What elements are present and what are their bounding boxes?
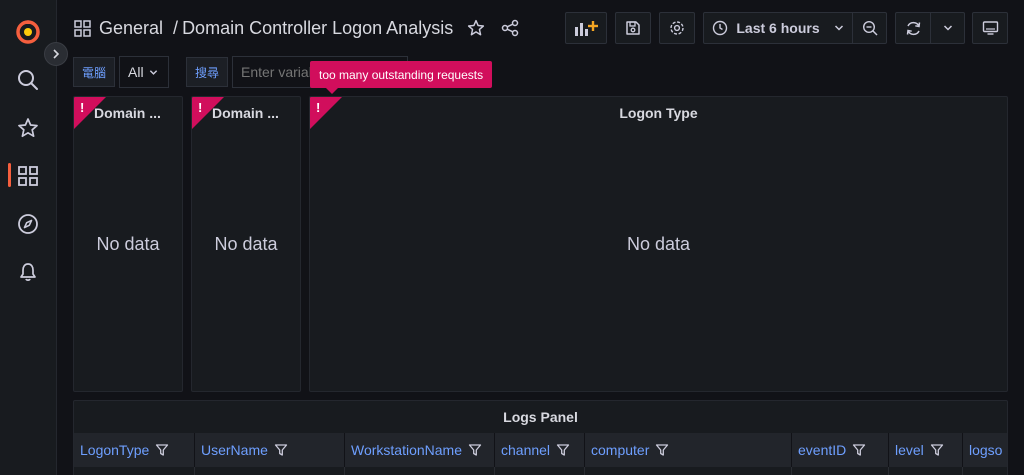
filter-icon[interactable] xyxy=(930,443,944,457)
column-header[interactable]: UserName xyxy=(195,433,345,467)
save-icon xyxy=(626,21,640,35)
table-cell xyxy=(345,467,495,475)
dashboard-grid-icon xyxy=(74,19,91,37)
settings-icon xyxy=(670,21,684,35)
chevron-down-icon xyxy=(943,25,952,31)
table-cell xyxy=(195,467,345,475)
add-panel-button[interactable] xyxy=(565,12,607,44)
zoom-out-button[interactable] xyxy=(852,13,886,43)
variable-computer-select[interactable]: All xyxy=(119,56,169,88)
star-dashboard-button[interactable] xyxy=(467,19,485,37)
filter-icon[interactable] xyxy=(852,443,866,457)
expand-sidebar-button[interactable] xyxy=(44,42,68,66)
alerting-icon[interactable] xyxy=(14,258,42,286)
column-header[interactable]: logso xyxy=(963,433,1007,467)
logs-table-header: LogonType UserName WorkstationName chann… xyxy=(74,433,1007,467)
grafana-logo-icon[interactable] xyxy=(14,18,42,46)
no-data-message: No data xyxy=(626,233,691,254)
column-header[interactable]: channel xyxy=(495,433,585,467)
variable-computer-label: 電腦 xyxy=(73,57,115,87)
domain-panel-1: ! Domain ... No data xyxy=(73,96,183,392)
logs-panel: Logs Panel LogonType UserName Workstatio… xyxy=(73,400,1008,475)
column-header[interactable]: level xyxy=(889,433,963,467)
domain-panel-2: ! Domain ... No data xyxy=(191,96,301,392)
tv-mode-button[interactable] xyxy=(972,12,1008,44)
breadcrumb-separator: / xyxy=(173,17,179,38)
table-cell xyxy=(74,467,195,475)
refresh-group xyxy=(895,12,965,44)
logon-type-panel: ! Logon Type No data xyxy=(309,96,1008,392)
add-panel-icon xyxy=(575,21,598,36)
no-data-message: No data xyxy=(96,233,160,254)
sidebar xyxy=(0,0,57,475)
column-label: UserName xyxy=(201,442,268,458)
breadcrumb: General / Domain Controller Logon Analys… xyxy=(74,15,519,41)
chevron-down-icon xyxy=(149,69,157,75)
table-cell xyxy=(792,467,889,475)
time-range-label: Last 6 hours xyxy=(736,20,820,36)
filter-icon[interactable] xyxy=(468,443,482,457)
column-header[interactable]: eventID xyxy=(792,433,889,467)
time-range-picker[interactable]: Last 6 hours xyxy=(704,13,852,43)
search-icon[interactable] xyxy=(14,66,42,94)
panel-title[interactable]: Logs Panel xyxy=(74,401,1007,433)
dashboard-title[interactable]: Domain Controller Logon Analysis xyxy=(182,18,453,39)
column-label: channel xyxy=(501,442,551,458)
filter-icon[interactable] xyxy=(274,443,288,457)
filter-icon[interactable] xyxy=(556,443,570,457)
column-header[interactable]: computer xyxy=(585,433,792,467)
variable-computer-value: All xyxy=(128,64,144,80)
explore-icon[interactable] xyxy=(14,210,42,238)
no-data-message: No data xyxy=(214,233,278,254)
dashboards-icon[interactable] xyxy=(14,162,42,190)
table-cell xyxy=(585,467,792,475)
refresh-button[interactable] xyxy=(896,13,930,43)
time-picker-group: Last 6 hours xyxy=(703,12,887,44)
save-dashboard-button[interactable] xyxy=(615,12,651,44)
table-row xyxy=(74,467,1007,475)
chevron-down-icon xyxy=(834,25,843,31)
zoom-out-icon xyxy=(862,20,878,36)
refresh-interval-dropdown[interactable] xyxy=(930,13,964,43)
column-label: LogonType xyxy=(80,442,150,458)
column-label: computer xyxy=(591,442,650,458)
table-cell xyxy=(889,467,963,475)
share-dashboard-button[interactable] xyxy=(501,19,519,37)
chevron-right-icon xyxy=(53,49,60,59)
filter-icon[interactable] xyxy=(655,443,669,457)
column-header[interactable]: WorkstationName xyxy=(345,433,495,467)
column-label: level xyxy=(895,442,924,458)
star-icon xyxy=(468,19,485,36)
starred-icon[interactable] xyxy=(14,114,42,142)
tv-icon xyxy=(982,21,998,35)
breadcrumb-folder[interactable]: General xyxy=(99,18,163,39)
table-cell xyxy=(495,467,585,475)
active-indicator xyxy=(8,163,11,187)
filter-icon[interactable] xyxy=(155,443,169,457)
refresh-icon xyxy=(906,21,920,35)
column-label: logso xyxy=(969,442,1003,458)
clock-icon xyxy=(713,20,728,36)
column-label: WorkstationName xyxy=(351,442,463,458)
variable-search-label: 搜尋 xyxy=(186,57,228,87)
column-label: eventID xyxy=(798,442,847,458)
error-tooltip: too many outstanding requests xyxy=(310,61,493,94)
share-icon xyxy=(501,19,519,37)
column-header[interactable]: LogonType xyxy=(74,433,195,467)
dashboard-settings-button[interactable] xyxy=(659,12,695,44)
